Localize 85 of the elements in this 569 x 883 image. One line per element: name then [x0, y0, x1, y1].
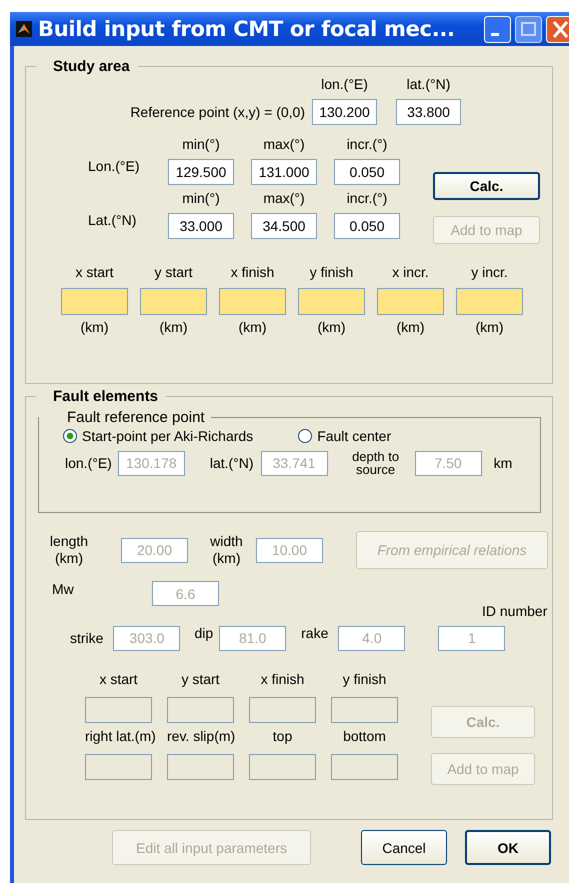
- close-button[interactable]: [546, 16, 569, 42]
- column-label: y finish: [342, 671, 388, 689]
- column-label: rev. slip(m): [167, 728, 234, 746]
- group-title: Fault reference point: [66, 409, 206, 426]
- input-field[interactable]: [456, 288, 523, 315]
- field-label: lon.(°E): [65, 455, 112, 471]
- column-label: bottom: [342, 728, 387, 746]
- row-label: Lat.(°N): [87, 212, 138, 228]
- input-field[interactable]: 129.500: [168, 159, 234, 185]
- input-field[interactable]: 34.500: [251, 213, 317, 239]
- dialog-button[interactable]: OK: [465, 830, 551, 865]
- input-field[interactable]: [85, 754, 152, 780]
- input-field[interactable]: [219, 288, 286, 315]
- column-label: y finish: [308, 264, 354, 282]
- column-label: max(°): [262, 136, 306, 152]
- minimize-button[interactable]: [484, 16, 511, 42]
- column-label: x start: [74, 264, 115, 282]
- unit-label: (km): [238, 319, 268, 335]
- column-label: x finish: [230, 264, 276, 282]
- input-field[interactable]: [167, 754, 234, 780]
- input-field[interactable]: 0.050: [334, 213, 400, 239]
- field-label: ID number: [482, 603, 548, 619]
- input-field[interactable]: [298, 288, 365, 315]
- input-field[interactable]: 33.741: [260, 450, 328, 476]
- radio-option[interactable]: Fault center: [298, 428, 392, 444]
- field-label: rake: [301, 625, 328, 641]
- column-label: y incr.: [470, 264, 509, 282]
- group-title: Fault elements: [52, 388, 160, 405]
- action-button[interactable]: Calc.: [433, 172, 540, 200]
- field-label: strike: [70, 630, 104, 646]
- column-label: y start: [180, 671, 221, 689]
- input-field[interactable]: 303.0: [113, 626, 180, 650]
- input-field[interactable]: 7.50: [414, 450, 482, 476]
- app-logo-icon: [16, 21, 32, 37]
- field-label: lat.(°N): [210, 455, 254, 471]
- column-label: x start: [98, 671, 139, 689]
- column-label: x incr.: [391, 264, 430, 282]
- input-field[interactable]: 6.6: [152, 581, 219, 606]
- input-field[interactable]: 33.800: [396, 99, 461, 125]
- input-field[interactable]: [61, 288, 128, 315]
- column-label: max(°): [262, 190, 306, 206]
- group-title: Study area: [52, 58, 131, 75]
- input-field[interactable]: 10.00: [256, 538, 323, 562]
- column-label: lon.(°E): [320, 76, 369, 92]
- unit-label: (km): [316, 319, 346, 335]
- input-field[interactable]: [331, 754, 398, 780]
- input-field[interactable]: 130.200: [312, 99, 377, 125]
- column-label: incr.(°): [346, 136, 388, 152]
- input-field[interactable]: [85, 696, 152, 722]
- unit-label: (km): [80, 319, 110, 335]
- input-field[interactable]: [249, 696, 316, 722]
- unit-label: (km): [396, 319, 426, 335]
- input-field[interactable]: 20.00: [121, 538, 188, 562]
- window-title: Build input from CMT or focal mec...: [38, 17, 455, 41]
- input-field[interactable]: 33.000: [168, 213, 234, 239]
- column-label: lat.(°N): [406, 76, 452, 92]
- column-label: min(°): [181, 136, 221, 152]
- unit-label: km: [494, 455, 512, 471]
- maximize-button[interactable]: [515, 16, 542, 42]
- input-field[interactable]: [167, 696, 234, 722]
- input-field[interactable]: [377, 288, 444, 315]
- input-field[interactable]: [331, 696, 398, 722]
- input-field[interactable]: 1: [438, 626, 506, 650]
- field-label: length (km): [48, 533, 90, 567]
- input-field[interactable]: 131.000: [251, 159, 317, 185]
- field-label: Reference point (x,y) = (0,0): [129, 104, 306, 120]
- column-label: top: [272, 728, 294, 746]
- field-label: dip: [194, 625, 214, 641]
- unit-label: (km): [474, 319, 504, 335]
- row-label: Lon.(°E): [87, 158, 141, 174]
- dialog-button[interactable]: Cancel: [361, 830, 447, 865]
- input-field[interactable]: [140, 288, 207, 315]
- field-label: depth to source: [351, 450, 400, 476]
- input-field[interactable]: [249, 754, 316, 780]
- input-field[interactable]: 81.0: [219, 626, 286, 650]
- input-field[interactable]: 4.0: [338, 626, 406, 650]
- field-label: Mw: [52, 581, 75, 597]
- column-label: y start: [153, 264, 194, 282]
- column-label: incr.(°): [346, 190, 388, 206]
- column-label: min(°): [181, 190, 221, 206]
- radio-option[interactable]: Start-point per Aki-Richards: [63, 428, 254, 444]
- unit-label: (km): [158, 319, 188, 335]
- field-label: width (km): [209, 533, 244, 567]
- column-label: x finish: [260, 671, 306, 689]
- input-field[interactable]: 0.050: [334, 159, 400, 185]
